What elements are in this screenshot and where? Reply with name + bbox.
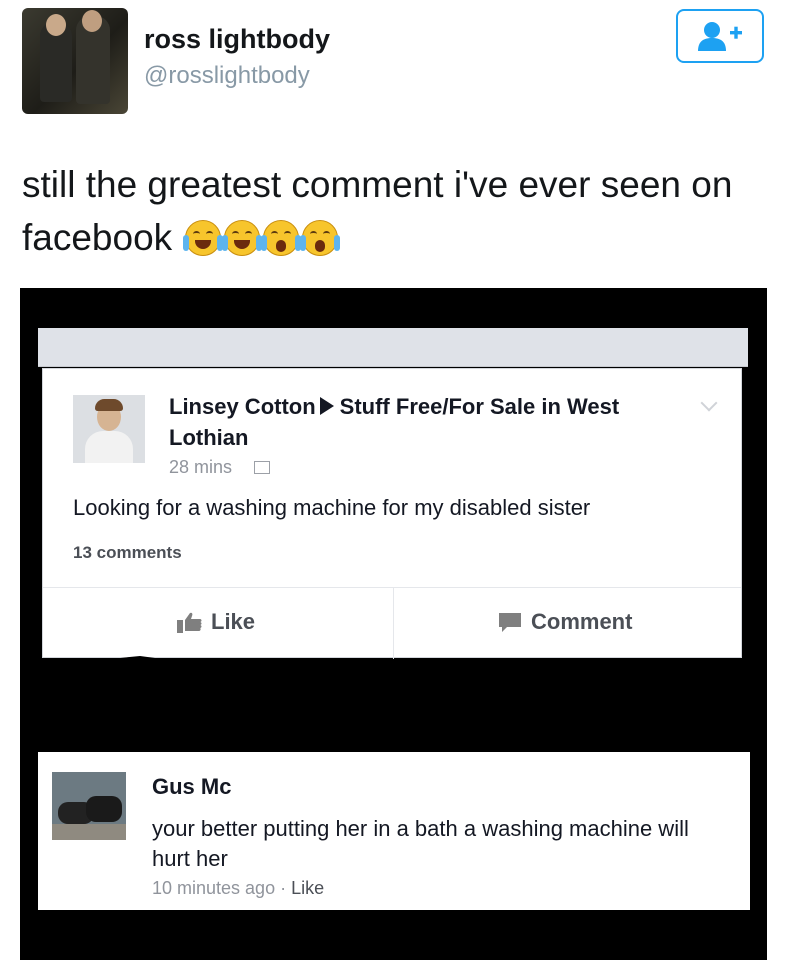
- facebook-post-card: Linsey Cotton Stuff Free/For Sale in West…: [42, 368, 742, 659]
- comment-text: your better putting her in a bath a wash…: [152, 816, 689, 871]
- profile-avatar[interactable]: [22, 8, 128, 114]
- share-arrow-icon: [319, 397, 334, 415]
- comment-button: Comment: [497, 609, 632, 635]
- user-display-name[interactable]: ross lightbody: [144, 24, 330, 55]
- facebook-top-strip: [38, 328, 748, 367]
- comment-label: Comment: [531, 609, 633, 634]
- avatar-head-right: [82, 10, 102, 32]
- like-label: Like: [211, 609, 256, 634]
- post-time-text: 28 mins: [169, 457, 233, 477]
- comment-meta: 10 minutes ago · Like: [152, 878, 324, 899]
- action-divider: [43, 587, 741, 588]
- chevron-down-icon: [700, 394, 718, 412]
- tears-of-joy-emoji-icon: [222, 220, 263, 256]
- group-audience-icon: [254, 461, 271, 474]
- comment-time: 10 minutes ago: [152, 878, 276, 898]
- torn-paper-edge: [20, 656, 767, 712]
- post-author-name: Linsey Cotton: [169, 394, 316, 419]
- add-user-icon: [698, 22, 742, 51]
- loudly-crying-emoji-icon: [261, 220, 302, 256]
- post-body-text: Looking for a washing machine for my dis…: [73, 495, 591, 520]
- post-author-avatar: [73, 395, 145, 463]
- meta-separator: ·: [280, 878, 287, 898]
- post-header: Linsey Cotton Stuff Free/For Sale in West…: [169, 391, 639, 453]
- loudly-crying-emoji-icon: [300, 220, 341, 256]
- tweet-body: still the greatest comment i've ever see…: [22, 164, 733, 258]
- user-handle[interactable]: @rosslightbody: [144, 62, 310, 90]
- comment-like-link: Like: [291, 878, 325, 898]
- post-timestamp: 28 mins: [169, 457, 271, 478]
- follow-button[interactable]: [676, 9, 764, 63]
- thumbs-up-icon: [177, 612, 202, 633]
- facebook-comment-card: Gus Mc your better putting her in a bath…: [38, 752, 750, 910]
- comments-count: 13 comments: [73, 543, 182, 562]
- commenter-avatar: [52, 772, 126, 840]
- avatar-head-left: [46, 14, 66, 36]
- tweet-text: still the greatest comment i've ever see…: [22, 158, 762, 264]
- embedded-facebook-screenshot: Linsey Cotton Stuff Free/For Sale in West…: [20, 288, 767, 960]
- speech-bubble-icon: [499, 613, 521, 632]
- tears-of-joy-emoji-icon: [183, 220, 224, 256]
- commenter-name: Gus Mc: [152, 774, 232, 799]
- like-button: Like: [177, 609, 255, 635]
